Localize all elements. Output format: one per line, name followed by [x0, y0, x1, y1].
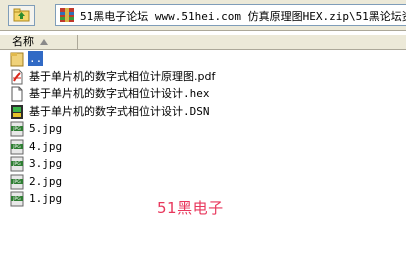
list-item[interactable]: JPG 4.jpg	[0, 138, 406, 156]
dsn-file-icon	[11, 104, 23, 119]
folder-up-icon	[10, 52, 24, 67]
watermark-text: 51黑电子	[157, 199, 224, 217]
list-item[interactable]: 基于单片机的数字式相位计设计.DSN	[0, 103, 406, 121]
jpg-file-icon: JPG	[10, 139, 24, 154]
jpg-file-icon: JPG	[10, 174, 24, 189]
file-name: 2.jpg	[29, 174, 63, 188]
file-name: 4.jpg	[29, 139, 63, 153]
list-item[interactable]: JPG 3.jpg	[0, 155, 406, 173]
list-item[interactable]: JPG 5.jpg	[0, 120, 406, 138]
file-name: 基于单片机的数字式相位计设计.hex	[29, 87, 210, 100]
svg-text:JPG: JPG	[12, 196, 21, 202]
archive-icon	[60, 8, 74, 22]
file-name: 1.jpg	[29, 192, 63, 205]
jpg-file-icon: JPG	[10, 191, 24, 207]
jpg-file-icon: JPG	[10, 156, 24, 172]
file-name: 5.jpg	[29, 122, 63, 135]
file-name: 3.jpg	[29, 157, 63, 170]
svg-text:JPG: JPG	[12, 179, 21, 185]
svg-text:JPG: JPG	[12, 161, 21, 167]
name-column-header[interactable]: 名称	[0, 35, 78, 49]
name-column-label: 名称	[12, 35, 34, 48]
toolbar: 51黑电子论坛 www.51hei.com 仿真原理图HEX.zip\51黑论坛…	[0, 0, 406, 31]
list-item[interactable]: JPG 2.jpg	[0, 173, 406, 191]
file-name: 基于单片机的数字式相位计原理图.pdf	[29, 69, 216, 83]
up-folder-button[interactable]	[8, 5, 35, 26]
address-bar[interactable]: 51黑电子论坛 www.51hei.com 仿真原理图HEX.zip\51黑论坛…	[55, 4, 406, 26]
sort-ascending-icon	[40, 39, 48, 45]
pdf-file-icon	[11, 69, 23, 84]
list-item[interactable]: ..	[0, 50, 406, 68]
list-item[interactable]: 基于单片机的数字式相位计原理图.pdf	[0, 68, 406, 86]
generic-file-icon	[11, 86, 23, 102]
address-path: 51黑电子论坛 www.51hei.com 仿真原理图HEX.zip\51黑论坛…	[80, 10, 406, 23]
file-name: ..	[28, 51, 44, 66]
file-list-header: 名称	[0, 35, 406, 50]
folder-up-icon	[13, 8, 30, 22]
svg-text:JPG: JPG	[12, 144, 21, 150]
file-list: .. 基于单片机的数字式相位计原理图.pdf 基于单片机的数字式相位计设计.he…	[0, 50, 406, 208]
jpg-file-icon: JPG	[10, 121, 24, 137]
list-item[interactable]: 基于单片机的数字式相位计设计.hex	[0, 85, 406, 103]
file-name: 基于单片机的数字式相位计设计.DSN	[29, 104, 210, 118]
svg-text:JPG: JPG	[12, 126, 21, 132]
